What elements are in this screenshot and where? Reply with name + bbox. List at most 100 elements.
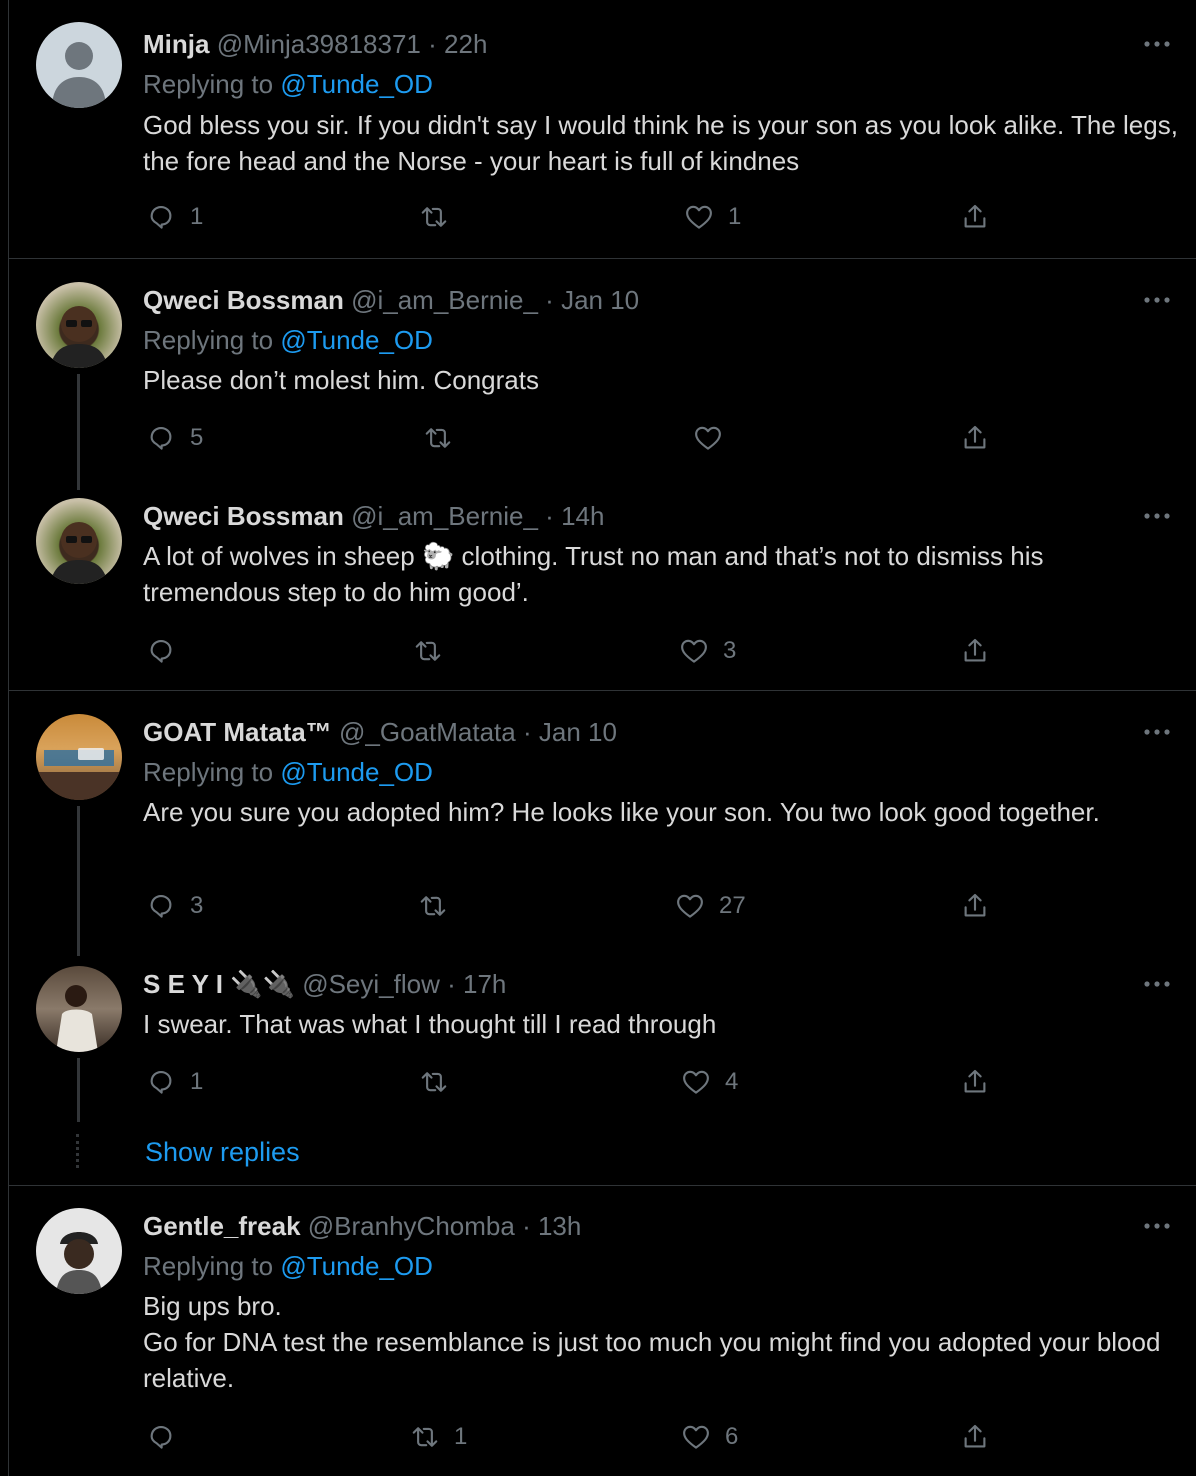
- separator-dot: ·: [428, 29, 437, 59]
- more-icon[interactable]: [1142, 1218, 1172, 1234]
- retweet-icon: [413, 636, 443, 666]
- more-icon[interactable]: [1142, 292, 1172, 308]
- timestamp[interactable]: 22h: [444, 29, 487, 59]
- replying-to-label: Replying to: [143, 325, 274, 355]
- like-count: 4: [725, 1068, 739, 1095]
- like-button[interactable]: 3: [679, 636, 736, 666]
- reply-button[interactable]: 1: [146, 202, 203, 232]
- user-handle[interactable]: @BranhyChomba: [308, 1211, 515, 1241]
- share-button[interactable]: [960, 202, 990, 232]
- share-button[interactable]: [960, 423, 990, 453]
- display-name[interactable]: Gentle_freak: [143, 1211, 301, 1241]
- thread-connector: [77, 1058, 80, 1122]
- mention-link[interactable]: @Tunde_OD: [280, 757, 433, 787]
- tweet-header: Gentle_freak @BranhyChomba · 13h: [143, 1211, 581, 1241]
- mention-link[interactable]: @Tunde_OD: [280, 69, 433, 99]
- replying-to: Replying to @Tunde_OD: [143, 757, 433, 787]
- avatar[interactable]: [36, 498, 122, 584]
- heart-icon: [693, 423, 723, 453]
- replying-to-label: Replying to: [143, 69, 274, 99]
- tweet-text: I swear. That was what I thought till I …: [143, 1009, 717, 1039]
- separator-dot: ·: [447, 969, 456, 999]
- retweet-button[interactable]: [419, 1067, 449, 1097]
- user-handle[interactable]: @Minja39818371: [217, 29, 421, 59]
- like-button[interactable]: [693, 423, 723, 453]
- reply-icon: [146, 891, 176, 921]
- user-handle[interactable]: @Seyi_flow: [302, 969, 440, 999]
- more-icon[interactable]: [1142, 724, 1172, 740]
- share-button[interactable]: [960, 891, 990, 921]
- show-replies-link[interactable]: Show replies: [145, 1136, 300, 1168]
- tweet-separator: [8, 258, 1196, 259]
- tweet-text: Big ups bro. Go for DNA test the resembl…: [143, 1291, 1161, 1393]
- timestamp[interactable]: 17h: [463, 969, 506, 999]
- reply-count: 3: [190, 892, 204, 919]
- display-name[interactable]: Qweci Bossman: [143, 285, 344, 315]
- tweet-text: Are you sure you adopted him? He looks l…: [143, 797, 1100, 827]
- like-count: 3: [723, 637, 737, 664]
- display-name[interactable]: GOAT Matata™: [143, 717, 332, 747]
- avatar[interactable]: [36, 1208, 122, 1294]
- share-icon: [960, 636, 990, 666]
- share-icon: [960, 1422, 990, 1452]
- reply-button[interactable]: 3: [146, 891, 203, 921]
- timestamp[interactable]: Jan 10: [539, 717, 617, 747]
- reply-icon: [146, 1067, 176, 1097]
- reply-count: 1: [190, 1068, 204, 1095]
- more-icon[interactable]: [1142, 36, 1172, 52]
- reply-icon: [146, 423, 176, 453]
- share-button[interactable]: [960, 636, 990, 666]
- avatar[interactable]: [36, 714, 122, 800]
- display-name[interactable]: Minja: [143, 29, 209, 59]
- like-count: 6: [725, 1423, 739, 1450]
- mention-link[interactable]: @Tunde_OD: [280, 325, 433, 355]
- retweet-icon: [419, 1067, 449, 1097]
- retweet-icon: [419, 202, 449, 232]
- reply-icon: [146, 636, 176, 666]
- retweet-button[interactable]: 1: [410, 1422, 467, 1452]
- timestamp[interactable]: 14h: [561, 501, 604, 531]
- user-handle[interactable]: @i_am_Bernie_: [351, 501, 538, 531]
- replying-to-label: Replying to: [143, 757, 274, 787]
- like-button[interactable]: 6: [681, 1422, 738, 1452]
- retweet-button[interactable]: [419, 202, 449, 232]
- tweet-header: Minja @Minja39818371 · 22h: [143, 29, 487, 59]
- retweet-button[interactable]: [418, 891, 448, 921]
- reply-button[interactable]: 5: [146, 423, 203, 453]
- user-handle[interactable]: @_GoatMatata: [339, 717, 516, 747]
- separator-dot: ·: [545, 285, 554, 315]
- reply-button[interactable]: [146, 1422, 176, 1452]
- reply-icon: [146, 1422, 176, 1452]
- like-button[interactable]: 27: [675, 891, 746, 921]
- timestamp[interactable]: 13h: [538, 1211, 581, 1241]
- retweet-icon: [410, 1422, 440, 1452]
- share-button[interactable]: [960, 1067, 990, 1097]
- share-button[interactable]: [960, 1422, 990, 1452]
- avatar[interactable]: [36, 22, 122, 108]
- retweet-button[interactable]: [423, 423, 453, 453]
- display-name[interactable]: S E Y I 🔌🔌: [143, 969, 295, 999]
- timestamp[interactable]: Jan 10: [561, 285, 639, 315]
- heart-icon: [681, 1067, 711, 1097]
- share-icon: [960, 1067, 990, 1097]
- display-name[interactable]: Qweci Bossman: [143, 501, 344, 531]
- like-button[interactable]: 1: [684, 202, 741, 232]
- replying-to: Replying to @Tunde_OD: [143, 325, 433, 355]
- retweet-icon: [418, 891, 448, 921]
- retweet-button[interactable]: [413, 636, 443, 666]
- tweet-header: S E Y I 🔌🔌 @Seyi_flow · 17h: [143, 969, 506, 999]
- like-button[interactable]: 4: [681, 1067, 738, 1097]
- user-handle[interactable]: @i_am_Bernie_: [351, 285, 538, 315]
- tweet-text: Please don’t molest him. Congrats: [143, 365, 539, 395]
- more-icon[interactable]: [1142, 508, 1172, 524]
- reply-button[interactable]: [146, 636, 176, 666]
- more-icon[interactable]: [1142, 976, 1172, 992]
- avatar[interactable]: [36, 966, 122, 1052]
- reply-button[interactable]: 1: [146, 1067, 203, 1097]
- avatar[interactable]: [36, 282, 122, 368]
- like-count: 1: [728, 203, 742, 230]
- tweet-header: GOAT Matata™ @_GoatMatata · Jan 10: [143, 717, 617, 747]
- share-icon: [960, 202, 990, 232]
- tweet-text: A lot of wolves in sheep 🐑 clothing. Tru…: [143, 541, 1044, 607]
- mention-link[interactable]: @Tunde_OD: [280, 1251, 433, 1281]
